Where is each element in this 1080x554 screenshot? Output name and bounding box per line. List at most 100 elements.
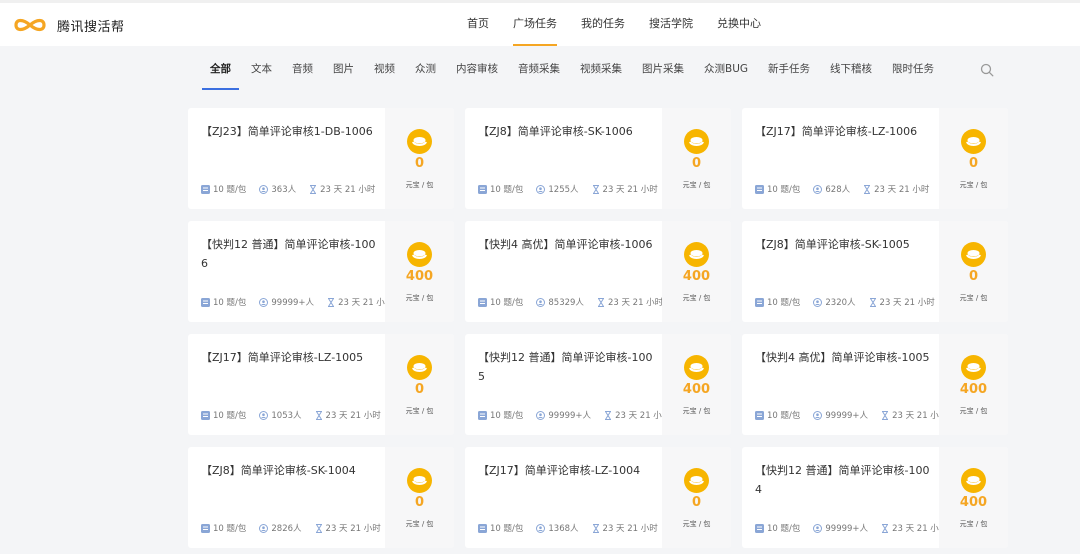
coin-icon [961,468,986,493]
participant-count-text: 1053人 [271,411,302,421]
people-icon [259,297,269,307]
hourglass-icon [864,184,871,194]
participant-count-text: 99999+人 [548,411,592,421]
time-remaining: 23 天 21 小时 [597,296,663,308]
task-title[interactable]: 【ZJ23】简单评论审核1-DB-1006 [201,122,377,141]
search-icon [980,63,994,77]
task-card[interactable]: 【ZJ17】简单评论审核-LZ-1005 10 题/包 1053人 23 天 21 小… [188,334,454,435]
reward-amount: 400 [682,269,711,284]
category-tab[interactable]: 图片采集 [634,46,692,90]
search-button[interactable] [980,62,996,78]
question-count: 10 题/包 [201,296,246,308]
list-icon [478,410,487,420]
hourglass-icon [315,410,322,420]
nav-item[interactable]: 广场任务 [501,3,569,46]
category-tab[interactable]: 音频采集 [510,46,568,90]
coin-icon [407,355,432,380]
time-remaining: 23 天 21 小时 [863,183,929,195]
reward-panel: 0 元宝 / 包 [385,108,454,209]
reward-amount: 400 [682,382,711,397]
time-remaining-text: 23 天 21 小时 [879,298,935,308]
top-navigation-bar: 腾讯搜活帮 首页 广场任务 我的任务 搜活学院 兑换中心 [0,0,1080,46]
task-info: 【ZJ23】简单评论审核1-DB-1006 10 题/包 363人 23 天 21 小… [188,108,385,209]
reward-panel: 0 元宝 / 包 [662,447,731,548]
category-tab[interactable]: 全部 [202,46,239,90]
task-title[interactable]: 【ZJ17】简单评论审核-LZ-1005 [201,348,377,367]
participant-count-text: 363人 [271,185,297,195]
participant-count: 1368人 [536,522,579,534]
hourglass-icon [597,297,604,307]
task-title[interactable]: 【快判12 普通】简单评论审核-1005 [478,348,654,386]
task-title[interactable]: 【快判4 高优】简单评论审核-1005 [755,348,931,367]
task-meta: 10 题/包 99999+人 23 天 21 小时 [755,522,960,534]
participant-count-text: 85329人 [548,298,584,308]
category-tab[interactable]: 视频 [366,46,403,90]
task-card[interactable]: 【ZJ8】简单评论审核-SK-1006 10 题/包 1255人 23 天 21 小时… [465,108,731,209]
question-count-text: 10 题/包 [767,185,801,195]
participant-count: 1053人 [259,409,302,421]
category-tab[interactable]: 线下稽核 [822,46,880,90]
task-card[interactable]: 【ZJ8】简单评论审核-SK-1004 10 题/包 2826人 23 天 21 小时… [188,447,454,548]
category-tab[interactable]: 限时任务 [884,46,942,90]
task-title[interactable]: 【ZJ8】简单评论审核-SK-1005 [755,235,931,254]
coin-icon [684,242,709,267]
reward-amount: 0 [414,156,425,171]
task-info: 【ZJ8】简单评论审核-SK-1004 10 题/包 2826人 23 天 21 小时 [188,447,385,548]
task-card[interactable]: 【快判12 普通】简单评论审核-1005 10 题/包 99999+人 23 天 21… [465,334,731,435]
nav-item[interactable]: 首页 [455,3,501,46]
people-icon [813,410,823,420]
list-icon [201,410,210,420]
time-remaining-text: 23 天 21 小时 [325,524,381,534]
category-tab[interactable]: 内容审核 [448,46,506,90]
participant-count: 99999+人 [259,296,314,308]
task-title[interactable]: 【快判4 高优】简单评论审核-1006 [478,235,654,254]
task-card[interactable]: 【ZJ23】简单评论审核1-DB-1006 10 题/包 363人 23 天 21 小… [188,108,454,209]
task-card[interactable]: 【快判12 普通】简单评论审核-1006 10 题/包 99999+人 23 天 21… [188,221,454,322]
question-count-text: 10 题/包 [767,411,801,421]
task-info: 【快判12 普通】简单评论审核-1004 10 题/包 99999+人 23 天 21… [742,447,947,548]
task-card[interactable]: 【快判12 普通】简单评论审核-1004 10 题/包 99999+人 23 天 21… [742,447,1008,548]
reward-panel: 400 元宝 / 包 [662,221,731,322]
reward-unit: 元宝 / 包 [959,294,988,302]
coin-icon [961,129,986,154]
reward-unit: 元宝 / 包 [405,294,434,302]
nav-item[interactable]: 搜活学院 [637,3,705,46]
task-info: 【快判12 普通】简单评论审核-1005 10 题/包 99999+人 23 天 21… [465,334,670,435]
task-card[interactable]: 【ZJ17】简单评论审核-LZ-1004 10 题/包 1368人 23 天 21 小… [465,447,731,548]
reward-panel: 400 元宝 / 包 [939,447,1008,548]
task-meta: 10 题/包 363人 23 天 21 小时 [201,183,388,195]
time-remaining-text: 23 天 21 小时 [607,298,664,308]
task-title[interactable]: 【快判12 普通】简单评论审核-1004 [755,461,931,499]
time-remaining: 23 天 21 小时 [604,409,670,421]
category-tab[interactable]: 视频采集 [572,46,630,90]
category-tab[interactable]: 众测 [407,46,444,90]
coin-icon [961,355,986,380]
category-tab[interactable]: 音频 [284,46,321,90]
category-tab[interactable]: 文本 [243,46,280,90]
reward-amount: 0 [691,156,702,171]
task-card[interactable]: 【快判4 高优】简单评论审核-1006 10 题/包 85329人 23 天 21 小… [465,221,731,322]
participant-count-text: 1368人 [548,524,579,534]
people-icon [259,184,269,194]
task-card[interactable]: 【快判4 高优】简单评论审核-1005 10 题/包 99999+人 23 天 21 … [742,334,1008,435]
task-title[interactable]: 【ZJ17】简单评论审核-LZ-1006 [755,122,931,141]
task-card[interactable]: 【ZJ17】简单评论审核-LZ-1006 10 题/包 628人 23 天 21 小时… [742,108,1008,209]
reward-unit: 元宝 / 包 [959,520,988,528]
question-count: 10 题/包 [755,183,800,195]
brand-logo[interactable]: 腾讯搜活帮 [12,13,125,37]
participant-count-text: 99999+人 [825,411,869,421]
task-info: 【ZJ8】简单评论审核-SK-1005 10 题/包 2320人 23 天 21 小时 [742,221,939,322]
category-tab[interactable]: 新手任务 [760,46,818,90]
category-tab[interactable]: 图片 [325,46,362,90]
participant-count: 99999+人 [813,409,868,421]
task-title[interactable]: 【快判12 普通】简单评论审核-1006 [201,235,377,273]
task-info: 【ZJ8】简单评论审核-SK-1006 10 题/包 1255人 23 天 21 小时 [465,108,662,209]
nav-item[interactable]: 兑换中心 [705,3,773,46]
category-tab[interactable]: 众测BUG [696,46,756,90]
task-title[interactable]: 【ZJ17】简单评论审核-LZ-1004 [478,461,654,480]
task-info: 【ZJ17】简单评论审核-LZ-1006 10 题/包 628人 23 天 21 小时 [742,108,939,209]
task-title[interactable]: 【ZJ8】简单评论审核-SK-1006 [478,122,654,141]
task-title[interactable]: 【ZJ8】简单评论审核-SK-1004 [201,461,377,480]
task-card[interactable]: 【ZJ8】简单评论审核-SK-1005 10 题/包 2320人 23 天 21 小时… [742,221,1008,322]
nav-item[interactable]: 我的任务 [569,3,637,46]
